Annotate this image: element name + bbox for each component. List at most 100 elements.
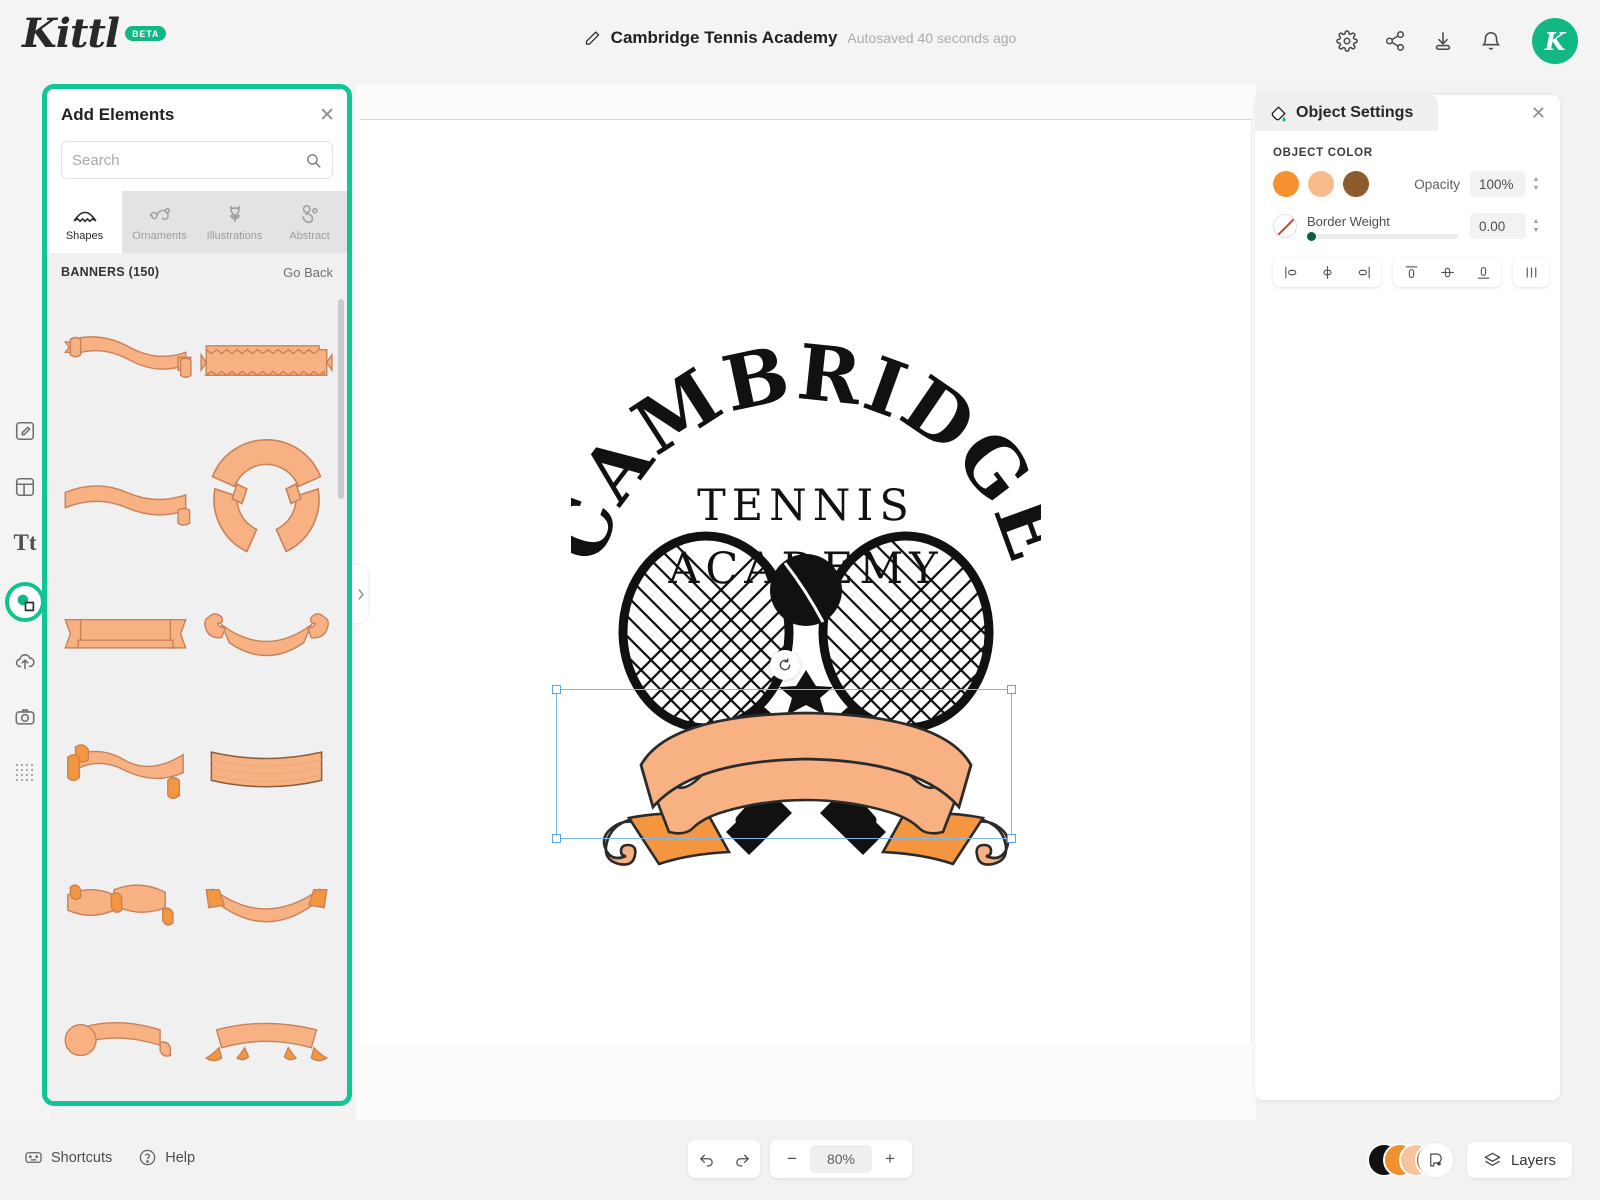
paint-bucket-icon [1271, 105, 1286, 121]
align-bottom-icon[interactable] [1465, 257, 1501, 287]
download-icon[interactable] [1432, 30, 1454, 52]
align-group-vertical [1393, 257, 1501, 287]
opacity-label: Opacity [1414, 176, 1460, 192]
pencil-icon[interactable] [584, 30, 601, 47]
tab-abstract[interactable]: Abstract [272, 191, 347, 253]
alignment-toolbar [1273, 257, 1549, 287]
thumb-banner-arched-footed[interactable] [196, 970, 337, 1101]
thumb-banner-simple-wave[interactable] [55, 430, 196, 565]
artboard[interactable]: CAMBRIDGE TENNIS ACADEMY [360, 119, 1252, 1044]
close-icon[interactable]: ✕ [1531, 103, 1546, 124]
document-title[interactable]: Cambridge Tennis Academy [611, 28, 838, 48]
go-back-link[interactable]: Go Back [283, 265, 333, 280]
chevron-right-icon [357, 588, 364, 600]
panel-scrollbar-thumb[interactable] [338, 299, 344, 499]
thumb-banner-flat-notched[interactable] [55, 565, 196, 700]
app-logo[interactable]: Kittl BETA [22, 10, 167, 57]
notifications-bell-icon[interactable] [1480, 30, 1502, 52]
settings-gear-icon[interactable] [1336, 30, 1358, 52]
distribute-horizontal-icon[interactable] [1513, 257, 1549, 287]
search-icon[interactable] [305, 152, 322, 169]
object-color-label: OBJECT COLOR [1273, 147, 1373, 159]
abstract-blobs-icon [302, 205, 318, 224]
document-title-group[interactable]: Cambridge Tennis Academy Autosaved 40 se… [584, 28, 1017, 48]
align-group-distribute [1513, 257, 1549, 287]
tab-shapes-label: Shapes [65, 230, 104, 242]
align-left-icon[interactable] [1273, 257, 1309, 287]
pencil-square-icon [15, 421, 35, 441]
sidebar-item-photos[interactable] [8, 700, 42, 734]
tab-illustrations-label: Illustrations [206, 230, 263, 242]
rotate-handle-icon[interactable] [770, 650, 800, 680]
undo-arrow-icon[interactable] [688, 1140, 724, 1178]
sidebar-item-patterns[interactable] [8, 756, 42, 790]
object-settings-title: Object Settings [1296, 104, 1414, 121]
camera-icon [15, 709, 35, 725]
user-avatar[interactable]: K [1532, 18, 1578, 64]
zoom-level-value[interactable]: 80% [810, 1145, 872, 1173]
opacity-input[interactable]: 100% [1470, 171, 1526, 197]
logo-wordmark: Kittl [22, 10, 120, 57]
border-weight-stepper[interactable]: ▲ ▼ [1530, 218, 1542, 234]
color-palette-stack[interactable] [1366, 1143, 1453, 1177]
search-area [47, 141, 347, 191]
no-border-icon[interactable] [1273, 214, 1297, 238]
category-tabs: Shapes Ornaments Illustrations Abstract [47, 191, 347, 253]
color-swatch-3[interactable] [1343, 171, 1369, 197]
canvas-area[interactable]: CAMBRIDGE TENNIS ACADEMY [356, 84, 1256, 1120]
shortcuts-button[interactable]: Shortcuts [24, 1148, 112, 1167]
layers-button[interactable]: Layers [1466, 1142, 1572, 1178]
panel-scrollbar[interactable] [338, 291, 344, 1101]
zoom-in-button[interactable]: + [872, 1140, 908, 1178]
redo-arrow-icon[interactable] [724, 1140, 760, 1178]
opacity-field-wrap: 100% ▲ ▼ [1470, 171, 1542, 197]
logo-design[interactable]: CAMBRIDGE TENNIS ACADEMY [571, 320, 1041, 900]
tab-illustrations[interactable]: Illustrations [197, 191, 272, 253]
border-weight-slider[interactable] [1307, 231, 1458, 241]
top-bar-actions: K [1336, 18, 1578, 64]
align-center-horizontal-icon[interactable] [1309, 257, 1345, 287]
sidebar-item-elements[interactable] [5, 582, 45, 622]
help-label: Help [165, 1149, 196, 1166]
align-top-icon[interactable] [1393, 257, 1429, 287]
sidebar-item-templates[interactable] [8, 470, 42, 504]
thumb-banner-double-fold-scroll[interactable] [55, 700, 196, 835]
thumb-banner-zigzag-edge-straight[interactable] [196, 295, 337, 430]
color-swatch-1[interactable] [1273, 171, 1299, 197]
align-middle-vertical-icon[interactable] [1429, 257, 1465, 287]
color-palette-icon[interactable] [1418, 1143, 1453, 1177]
opacity-stepper[interactable]: ▲ ▼ [1530, 176, 1542, 192]
elements-scroll-region[interactable] [47, 291, 347, 1101]
sidebar-item-uploads[interactable] [8, 644, 42, 678]
tulip-flower-icon [229, 205, 240, 223]
panel-collapse-toggle[interactable] [352, 565, 368, 623]
sidebar-item-text[interactable]: Tt [8, 526, 42, 560]
object-color-row: Opacity 100% ▲ ▼ [1273, 171, 1542, 197]
thumb-banner-curved-scroll-ends[interactable] [196, 565, 337, 700]
help-button[interactable]: Help [138, 1148, 195, 1167]
border-weight-slider-knob[interactable] [1307, 231, 1316, 241]
color-swatch-2[interactable] [1308, 171, 1334, 197]
thumb-banner-stepped-ribbon[interactable] [55, 835, 196, 970]
autosave-status: Autosaved 40 seconds ago [847, 30, 1017, 46]
thumb-banner-arched-dip[interactable] [196, 835, 337, 970]
zoom-out-button[interactable]: − [774, 1140, 810, 1178]
thumb-banner-circular-ring[interactable] [196, 430, 337, 565]
thumb-banner-round-end-tail[interactable] [55, 970, 196, 1101]
border-weight-input[interactable]: 0.00 [1470, 213, 1526, 239]
sidebar-item-design-edit[interactable] [8, 414, 42, 448]
thumb-banner-curved-plain-strip[interactable] [196, 700, 337, 835]
dot-grid-icon [16, 764, 33, 781]
border-weight-row: Border Weight 0.00 ▲ ▼ [1273, 213, 1542, 241]
tab-shapes[interactable]: Shapes [47, 191, 122, 253]
beta-badge: BETA [125, 26, 167, 41]
share-icon[interactable] [1384, 30, 1406, 52]
search-input[interactable] [72, 151, 305, 169]
object-settings-body: OBJECT COLOR Opacity 100% ▲ ▼ Border Weig… [1255, 131, 1560, 287]
thumb-banner-wavy-ribbon[interactable] [55, 295, 196, 430]
align-right-icon[interactable] [1345, 257, 1381, 287]
banner-ribbon-object[interactable] [602, 711, 1009, 866]
tab-ornaments[interactable]: Ornaments [122, 191, 197, 253]
close-icon[interactable]: ✕ [319, 106, 335, 125]
search-box[interactable] [61, 141, 333, 179]
